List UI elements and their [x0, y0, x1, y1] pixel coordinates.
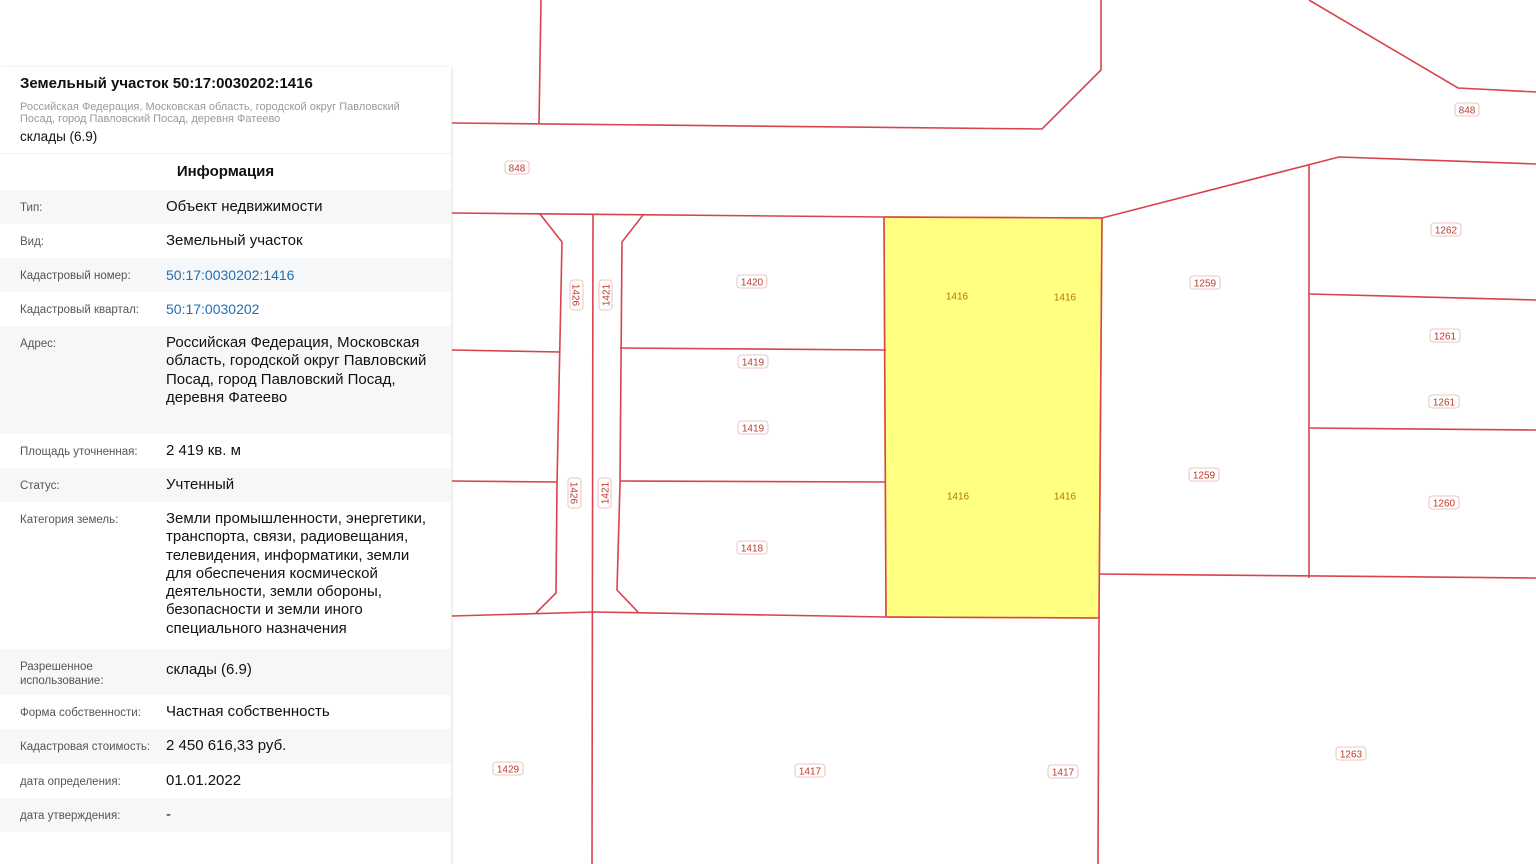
info-row-status: Статус: Учтенный	[0, 468, 451, 502]
info-value: склады (6.9)	[166, 661, 252, 678]
parcel-label-text: 1429	[497, 765, 520, 776]
info-row-ownership: Форма собственности: Частная собственност…	[0, 695, 451, 729]
parcel-label-text: 1259	[1194, 279, 1217, 290]
parcel-label-1421: 1421	[597, 477, 612, 509]
parcel-label-848: 848	[504, 160, 530, 175]
info-section-title: Информация	[0, 153, 451, 190]
parcel-label-1419: 1419	[737, 420, 769, 435]
parcel-label-1416: 1416	[947, 492, 970, 503]
parcel-label-text: 848	[509, 164, 526, 175]
info-panel: Земельный участок 50:17:0030202:1416 Рос…	[0, 67, 451, 864]
parcel-label-text: 1261	[1434, 332, 1457, 343]
parcel-label-text: 1419	[742, 424, 765, 435]
parcel-label-text: 1420	[741, 278, 764, 289]
info-key: дата утверждения:	[20, 810, 121, 822]
info-table: Тип: Объект недвижимости Вид: Земельный уча…	[0, 190, 451, 832]
info-key: Кадастровый номер:	[20, 270, 131, 282]
parcel-label-text: 1416	[1054, 293, 1077, 304]
parcel-label-1429: 1429	[492, 761, 524, 776]
parcel-use-short: склады (6.9)	[20, 129, 98, 144]
parcel-label-1261: 1261	[1429, 328, 1461, 343]
info-key: Кадастровая стоимость:	[20, 741, 151, 753]
info-row-type: Тип: Объект недвижимости	[0, 190, 451, 224]
parcel-label-1259: 1259	[1189, 275, 1221, 290]
parcel-label-text: 1419	[742, 358, 765, 369]
parcel-label-text: 1262	[1435, 226, 1458, 237]
info-row-date-approved: дата утверждения: -	[0, 798, 451, 832]
info-row-permitted-use: Разрешенное использование: склады (6.9)	[0, 649, 451, 695]
parcel-label-1262: 1262	[1430, 222, 1462, 237]
parcel-label-1416: 1416	[1054, 492, 1077, 503]
info-key: Тип:	[20, 202, 43, 214]
info-row-cadastral-number: Кадастровый номер: 50:17:0030202:1416	[0, 258, 451, 292]
info-key: Форма собственности:	[20, 707, 141, 719]
parcel-label-1416: 1416	[1054, 293, 1077, 304]
info-value: 01.01.2022	[166, 772, 242, 789]
info-value: Земельный участок	[166, 232, 303, 249]
parcel-label-text: 1416	[947, 492, 970, 503]
parcel-label-text: 1426	[568, 482, 579, 505]
parcel-label-text: 1417	[1052, 768, 1075, 779]
parcel-label-1421: 1421	[598, 279, 613, 311]
info-value: Объект недвижимости	[166, 198, 323, 215]
parcel-address-short: Российская Федерация, Московская область…	[20, 101, 400, 125]
info-value: Учтенный	[166, 476, 235, 493]
parcel-label-848: 848	[1454, 102, 1480, 117]
info-key: Категория земель:	[20, 514, 119, 526]
parcel-label-1419: 1419	[737, 354, 769, 369]
info-key: Статус:	[20, 480, 60, 492]
info-row-address: Адрес: Российская Федерация, Московская о…	[0, 326, 451, 434]
info-key: Разрешенное использование:	[20, 661, 104, 687]
info-value: 2 450 616,33 руб.	[166, 737, 287, 754]
info-key: дата определения:	[20, 776, 121, 788]
parcel-label-text: 1417	[799, 767, 822, 778]
info-row-land-category: Категория земель: Земли промышленности, э…	[0, 502, 451, 649]
info-link-cadastral-quarter[interactable]: 50:17:0030202	[166, 300, 431, 318]
parcel-label-1426: 1426	[570, 279, 584, 311]
info-key: Площадь уточненная:	[20, 446, 138, 458]
parcel-label-1420: 1420	[736, 274, 768, 289]
info-row-kind: Вид: Земельный участок	[0, 224, 451, 258]
parcel-label-text: 1421	[602, 283, 613, 306]
info-value: 2 419 кв. м	[166, 442, 241, 459]
parcel-label-text: 1259	[1193, 471, 1216, 482]
parcel-label-text: 1426	[570, 284, 581, 307]
parcel-label-text: 1260	[1433, 499, 1456, 510]
info-value: Частная собственность	[166, 703, 330, 720]
info-key: Кадастровый квартал:	[20, 304, 139, 316]
parcel-label-text: 1416	[1054, 492, 1077, 503]
info-value: Земли промышленности, энергетики, трансп…	[166, 510, 427, 637]
parcel-label-text: 1261	[1433, 398, 1456, 409]
parcel-label-text: 1263	[1340, 750, 1363, 761]
parcel-label-text: 848	[1459, 106, 1476, 117]
info-value: Российская Федерация, Московская область…	[166, 334, 427, 406]
parcel-label-1426: 1426	[568, 477, 582, 509]
parcel-label-text: 1416	[946, 292, 969, 303]
parcel-label-1261: 1261	[1428, 394, 1460, 409]
parcel-label-1418: 1418	[736, 540, 768, 555]
parcel-label-text: 1418	[741, 544, 764, 555]
info-row-area: Площадь уточненная: 2 419 кв. м	[0, 434, 451, 468]
info-key: Вид:	[20, 236, 44, 248]
parcel-label-1259: 1259	[1188, 467, 1220, 482]
info-link-cadastral-number[interactable]: 50:17:0030202:1416	[166, 266, 431, 284]
selected-parcel-1416[interactable]	[883, 216, 1103, 619]
parcel-label-1263: 1263	[1335, 746, 1367, 761]
info-value: -	[166, 806, 171, 823]
info-row-date-determined: дата определения: 01.01.2022	[0, 764, 451, 798]
info-row-cadastral-cost: Кадастровая стоимость: 2 450 616,33 руб.	[0, 729, 451, 764]
parcel-label-1417: 1417	[794, 763, 826, 778]
info-row-cadastral-quarter: Кадастровый квартал: 50:17:0030202	[0, 292, 451, 326]
panel-header: Земельный участок 50:17:0030202:1416 Рос…	[0, 67, 451, 149]
parcel-label-1260: 1260	[1428, 495, 1460, 510]
parcel-label-1417: 1417	[1047, 764, 1079, 779]
parcel-title: Земельный участок 50:17:0030202:1416	[20, 75, 313, 92]
parcel-label-text: 1421	[601, 481, 612, 504]
parcel-label-1416: 1416	[946, 292, 969, 303]
info-key: Адрес:	[20, 338, 57, 350]
